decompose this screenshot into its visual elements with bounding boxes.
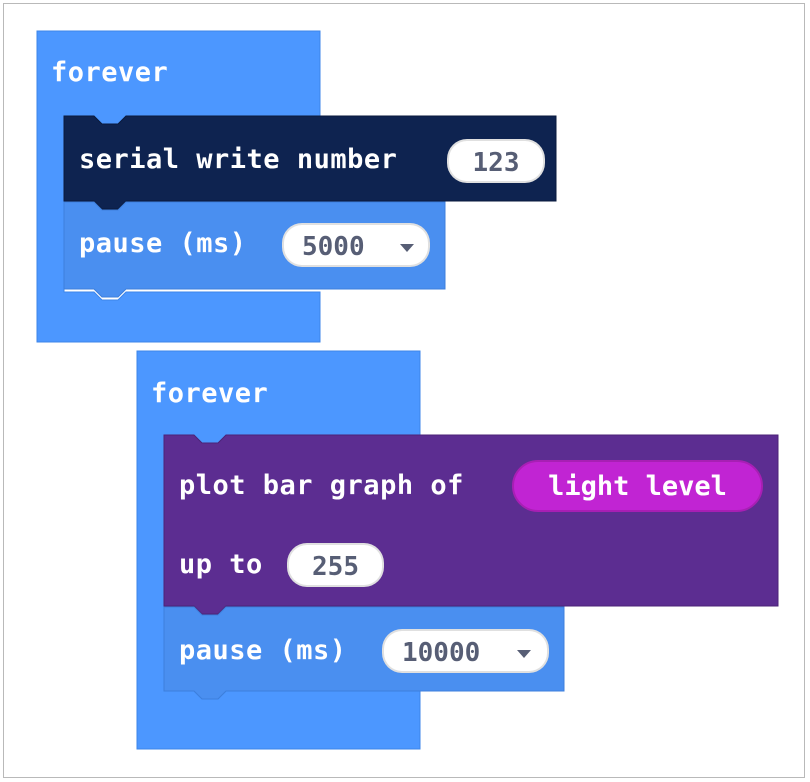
pause-value-2: 10000	[402, 638, 481, 668]
plot-bar-graph-label: plot bar graph of	[179, 470, 464, 501]
pause-value-dropdown-2[interactable]: 10000	[382, 629, 549, 673]
up-to-label: up to	[179, 549, 263, 580]
blocks-canvas: forever serial write number 123 pause (m…	[3, 3, 805, 778]
chevron-down-icon	[517, 650, 531, 658]
pause-label-2: pause (ms)	[179, 635, 347, 666]
up-to-value-input[interactable]: 255	[287, 543, 384, 587]
forever-label-2: forever	[151, 378, 269, 409]
light-level-reporter[interactable]: light level	[512, 460, 763, 512]
